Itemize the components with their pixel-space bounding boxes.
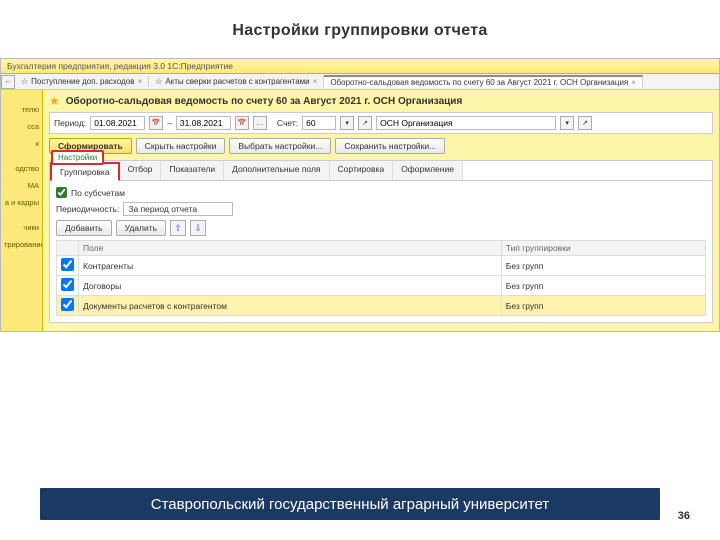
tab-1-label: Поступление доп. расходов [31,77,134,86]
tab-sorting[interactable]: Сортировка [330,161,394,180]
row-checkbox[interactable] [61,258,74,271]
sidebar-item[interactable]: трирование [1,236,42,253]
footer-band: Ставропольский государственный аграрный … [40,488,660,520]
period-picker-button[interactable]: … [253,116,267,130]
titlebar: Бухгалтерия предприятия, редакция 3.0 1С… [1,59,719,74]
star-icon: ☆ [21,77,28,86]
add-button[interactable]: Добавить [56,220,112,236]
row-field: Договоры [79,276,502,296]
dropdown-icon[interactable]: ▾ [560,116,574,130]
sidebar-item[interactable] [1,93,42,101]
sidebar-item[interactable]: одство [1,160,42,177]
periodicity-label: Периодичность: [56,204,119,214]
sidebar-item[interactable]: к [1,135,42,152]
sidebar-item[interactable] [1,152,42,160]
by-subaccounts-checkbox[interactable] [56,187,67,198]
date-to-input[interactable] [176,116,231,130]
row-field: Контрагенты [79,256,502,276]
grouping-table: Поле Тип группировки Контрагенты Без гру… [56,240,706,316]
row-checkbox[interactable] [61,278,74,291]
settings-panel-label: Настройки [51,150,104,165]
tab-3-label: Оборотно-сальдовая ведомость по счету 60… [330,78,628,87]
row-type: Без групп [501,296,705,316]
row-checkbox[interactable] [61,298,74,311]
col-field-header: Поле [79,241,502,256]
organization-input[interactable] [376,116,556,130]
period-label: Период: [54,118,86,128]
tab-indicators[interactable]: Показатели [161,161,224,180]
star-icon: ☆ [155,77,162,86]
tab-prev[interactable]: ← [1,75,15,89]
page-number: 36 [678,510,690,522]
period-row: Период: 📅 – 📅 … Счет: ▾ ↗ ▾ ↗ [49,112,713,134]
tab-filter[interactable]: Отбор [120,161,162,180]
close-icon[interactable]: × [631,78,636,87]
report-title: Оборотно-сальдовая ведомость по счету 60… [66,96,463,107]
settings-tabs: Группировка Отбор Показатели Дополнитель… [50,161,712,181]
open-icon[interactable]: ↗ [358,116,372,130]
sidebar-item[interactable]: МА [1,177,42,194]
settings-body: По субсчетам Периодичность: За период от… [50,181,712,322]
table-row[interactable]: Договоры Без групп [57,276,706,296]
col-type-header: Тип группировки [501,241,705,256]
tab-2-label: Акты сверки расчетов с контрагентами [165,77,309,86]
open-icon[interactable]: ↗ [578,116,592,130]
delete-button[interactable]: Удалить [116,220,166,236]
dropdown-icon[interactable]: ▾ [340,116,354,130]
periodicity-select[interactable]: За период отчета [123,202,233,216]
star-icon[interactable]: ★ [49,94,60,108]
choose-settings-button[interactable]: Выбрать настройки... [229,138,331,154]
hide-settings-button[interactable]: Скрыть настройки [136,138,226,154]
account-input[interactable] [302,116,336,130]
move-up-icon[interactable]: ⇧ [170,220,186,236]
document-tabs: ← ☆Поступление доп. расходов× ☆Акты свер… [1,74,719,90]
account-label: Счет: [277,118,298,128]
tab-3[interactable]: Оборотно-сальдовая ведомость по счету 60… [324,75,643,88]
row-field: Документы расчетов с контрагентом [79,296,502,316]
tab-2[interactable]: ☆Акты сверки расчетов с контрагентами × [149,76,324,87]
tab-appearance[interactable]: Оформление [393,161,463,180]
close-icon[interactable]: × [137,77,142,86]
row-type: Без групп [501,276,705,296]
settings-panel: Группировка Отбор Показатели Дополнитель… [49,160,713,323]
action-buttons: Сформировать Скрыть настройки Выбрать на… [49,138,713,154]
move-down-icon[interactable]: ⇩ [190,220,206,236]
calendar-icon[interactable]: 📅 [149,116,163,130]
tab-1[interactable]: ☆Поступление доп. расходов× [15,76,149,87]
left-sidebar: телю сса к одство МА а и кадры чики трир… [1,90,43,331]
app-window: Бухгалтерия предприятия, редакция 3.0 1С… [0,58,720,332]
sidebar-item[interactable]: чики [1,219,42,236]
dash: – [167,118,172,128]
date-from-input[interactable] [90,116,145,130]
calendar-icon[interactable]: 📅 [235,116,249,130]
table-row[interactable]: Контрагенты Без групп [57,256,706,276]
table-row[interactable]: Документы расчетов с контрагентом Без гр… [57,296,706,316]
row-type: Без групп [501,256,705,276]
sidebar-item[interactable] [1,211,42,219]
content: ★ Оборотно-сальдовая ведомость по счету … [43,90,719,331]
sidebar-item[interactable]: сса [1,118,42,135]
by-subaccounts-label: По субсчетам [71,188,125,198]
slide-title: Настройки группировки отчета [0,0,720,58]
tab-extra-fields[interactable]: Дополнительные поля [224,161,329,180]
sidebar-item[interactable]: телю [1,101,42,118]
sidebar-item[interactable]: а и кадры [1,194,42,211]
close-icon[interactable]: × [313,77,318,86]
save-settings-button[interactable]: Сохранить настройки... [335,138,445,154]
